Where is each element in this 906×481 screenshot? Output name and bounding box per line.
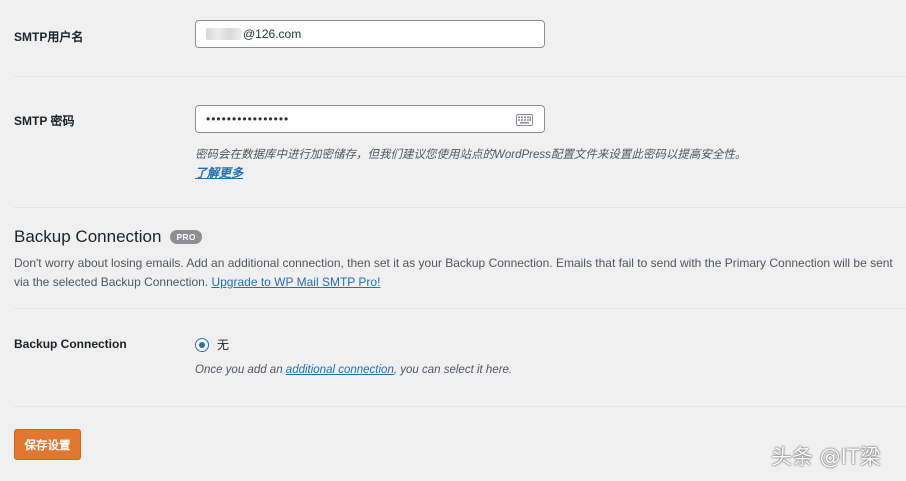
save-settings-button[interactable]: 保存设置 (14, 429, 81, 460)
row-divider (14, 406, 906, 407)
smtp-password-label: SMTP 密码 (14, 114, 75, 128)
backup-heading: Backup Connection (14, 227, 162, 246)
redacted-username (206, 28, 242, 40)
backup-option-none[interactable]: 无 (195, 336, 229, 353)
row-divider (14, 76, 906, 77)
password-description: 密码会在数据库中进行加密储存，但我们建议您使用站点的WordPress配置文件来… (195, 149, 747, 161)
pro-badge: PRO (170, 230, 202, 244)
backup-description: Don't worry about losing emails. Add an … (14, 254, 894, 292)
backup-note: Once you add an additional connection, y… (195, 364, 512, 376)
watermark: 头条 @IT梁 (771, 445, 881, 469)
backup-connection-label: Backup Connection (14, 337, 127, 351)
smtp-username-value: @126.com (243, 27, 302, 41)
learn-more-link[interactable]: 了解更多 (195, 164, 243, 181)
keyboard-icon[interactable] (516, 114, 533, 126)
smtp-username-input[interactable]: @126.com (195, 20, 545, 48)
backup-heading-row: Backup Connection PRO (14, 227, 202, 247)
row-divider (14, 308, 906, 309)
backup-note-prefix: Once you add an (195, 364, 283, 376)
smtp-password-input[interactable]: •••••••••••••••• (195, 105, 545, 133)
backup-option-label: 无 (217, 338, 230, 352)
section-divider (14, 207, 906, 208)
smtp-password-value: •••••••••••••••• (206, 112, 290, 126)
radio-selected-dot (199, 341, 205, 348)
upgrade-link[interactable]: Upgrade to WP Mail SMTP Pro! (211, 275, 380, 289)
smtp-username-label: SMTP用户名 (14, 30, 84, 44)
additional-connection-link[interactable]: additional connection (286, 364, 394, 376)
radio-button[interactable] (195, 337, 209, 352)
backup-description-text: Don't worry about losing emails. Add an … (14, 256, 893, 289)
backup-note-suffix: , you can select it here. (393, 364, 513, 376)
